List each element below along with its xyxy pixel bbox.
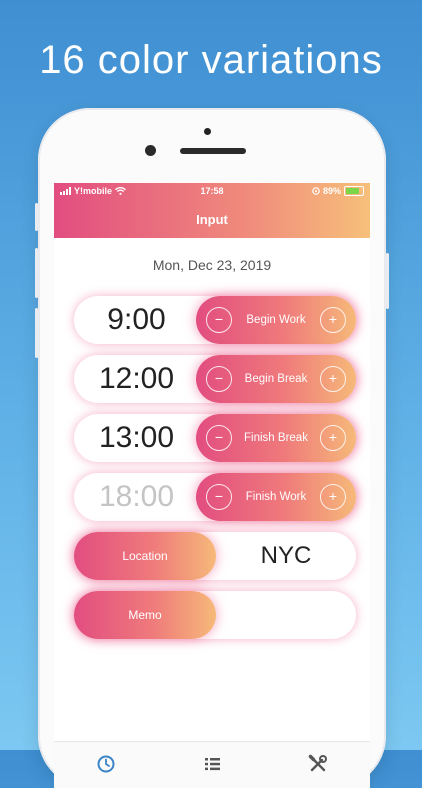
time-value[interactable]: 13:00 — [74, 414, 199, 462]
tab-input[interactable] — [92, 750, 120, 778]
list-icon — [205, 758, 220, 771]
volume-up-button — [35, 248, 38, 298]
plus-button[interactable]: + — [320, 307, 346, 333]
minus-button[interactable]: − — [206, 307, 232, 333]
minus-button[interactable]: − — [206, 366, 232, 392]
time-row-finish-break: 13:00 − Finish Break + — [74, 414, 356, 462]
time-type-label: Begin Work — [246, 314, 306, 326]
orientation-lock-icon — [312, 187, 320, 195]
nav-bar: Y!mobile 17:58 89% Input — [54, 183, 370, 238]
page-title: Input — [196, 212, 228, 227]
minus-button[interactable]: − — [206, 425, 232, 451]
headline: 16 color variations — [39, 38, 383, 82]
location-value[interactable]: NYC — [216, 532, 356, 580]
location-label: Location — [74, 532, 216, 580]
plus-button[interactable]: + — [320, 366, 346, 392]
mute-switch — [35, 203, 38, 231]
time-value[interactable]: 18:00 — [74, 473, 199, 521]
earpiece-speaker — [180, 148, 246, 154]
stepper-pill: − Finish Break + — [196, 414, 356, 462]
time-type-label: Begin Break — [244, 373, 308, 385]
battery-percent: 89% — [322, 186, 341, 196]
memo-row: Memo — [74, 591, 356, 639]
front-camera — [145, 145, 156, 156]
tab-bar — [54, 741, 370, 788]
location-row: Location NYC — [74, 532, 356, 580]
phone-frame: Y!mobile 17:58 89% Input Mon, Dec 23, 20… — [35, 108, 389, 788]
stepper-pill: − Finish Work + — [196, 473, 356, 521]
time-row-begin-work: 9:00 − Begin Work + — [74, 296, 356, 344]
clock-icon — [97, 755, 115, 773]
time-row-finish-work: 18:00 − Finish Work + — [74, 473, 356, 521]
tab-list[interactable] — [198, 750, 226, 778]
time-value[interactable]: 12:00 — [74, 355, 199, 403]
plus-button[interactable]: + — [320, 484, 346, 510]
time-value[interactable]: 9:00 — [74, 296, 199, 344]
date-label[interactable]: Mon, Dec 23, 2019 — [54, 257, 370, 273]
power-button — [386, 253, 389, 309]
volume-down-button — [35, 308, 38, 358]
time-type-label: Finish Break — [244, 432, 308, 444]
memo-label: Memo — [74, 591, 216, 639]
stepper-pill: − Begin Break + — [196, 355, 356, 403]
sensor-dot — [204, 128, 211, 135]
minus-button[interactable]: − — [206, 484, 232, 510]
battery-icon — [344, 186, 364, 196]
time-type-label: Finish Work — [245, 491, 307, 503]
stepper-pill: − Begin Work + — [196, 296, 356, 344]
plus-button[interactable]: + — [320, 425, 346, 451]
tab-settings[interactable] — [304, 750, 332, 778]
status-bar: Y!mobile 17:58 89% — [54, 186, 370, 200]
time-row-begin-break: 12:00 − Begin Break + — [74, 355, 356, 403]
tools-icon — [308, 754, 327, 772]
app-screen: Y!mobile 17:58 89% Input Mon, Dec 23, 20… — [54, 183, 370, 788]
memo-value[interactable] — [216, 591, 356, 639]
